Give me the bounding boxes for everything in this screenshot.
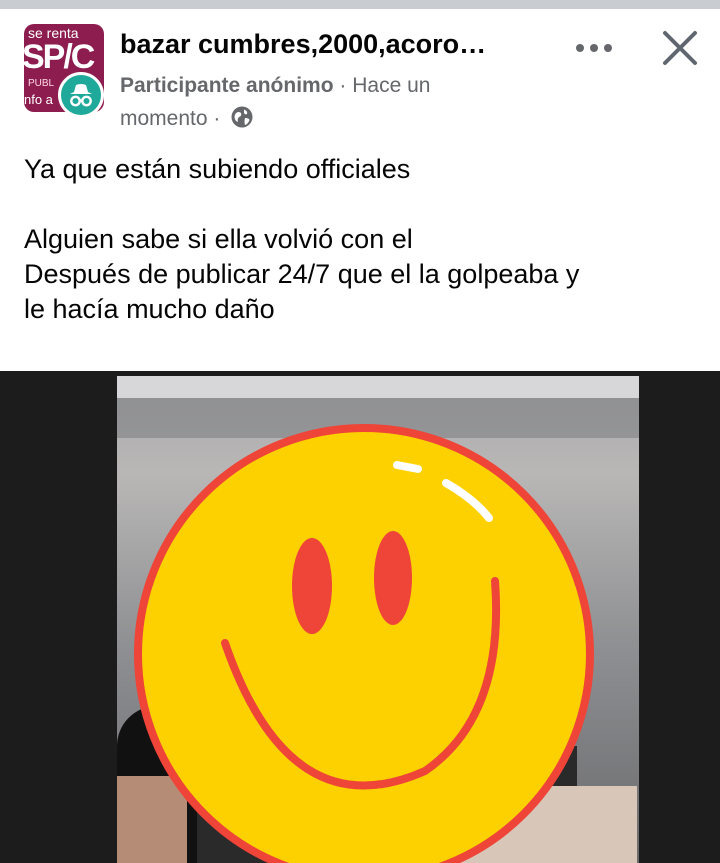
smiley-face-icon xyxy=(134,424,594,863)
post-timestamp[interactable]: momento · xyxy=(120,107,220,130)
post-media[interactable] xyxy=(0,371,720,863)
group-avatar-text-mid: PUBL xyxy=(28,78,55,89)
time-prefix: · Hace un xyxy=(339,74,431,97)
post-meta-line: Participante anónimo · Hace un xyxy=(120,74,430,98)
more-dot-icon xyxy=(604,44,612,52)
anonymous-avatar[interactable] xyxy=(58,72,104,118)
post-text-line: le hacía mucho daño xyxy=(24,294,275,324)
close-icon xyxy=(663,31,697,65)
post-text-line: Ya que están subiendo officiales xyxy=(24,154,411,184)
post-text-line: Después de publicar 24/7 que el la golpe… xyxy=(24,259,580,289)
incognito-icon xyxy=(70,84,92,107)
top-divider xyxy=(0,0,720,9)
post-body-text: Ya que están subiendo officiales Alguien… xyxy=(24,152,704,327)
smiley-left-eye xyxy=(292,538,332,634)
more-dot-icon xyxy=(590,44,598,52)
post-text-line: Alguien sabe si ella volvió con el xyxy=(24,224,413,254)
group-avatar-text-bottom: nfo a xyxy=(24,92,53,107)
more-options-button[interactable] xyxy=(570,32,618,62)
close-button[interactable] xyxy=(656,24,704,72)
smiley-face-sticker xyxy=(134,424,594,863)
post-meta-line-2: momento · xyxy=(120,105,254,131)
more-dot-icon xyxy=(576,44,584,52)
group-name-link[interactable]: bazar cumbres,2000,acoro… xyxy=(120,29,486,60)
smiley-right-eye xyxy=(374,531,412,625)
author-name[interactable]: Participante anónimo xyxy=(120,74,334,97)
globe-icon xyxy=(231,106,253,128)
